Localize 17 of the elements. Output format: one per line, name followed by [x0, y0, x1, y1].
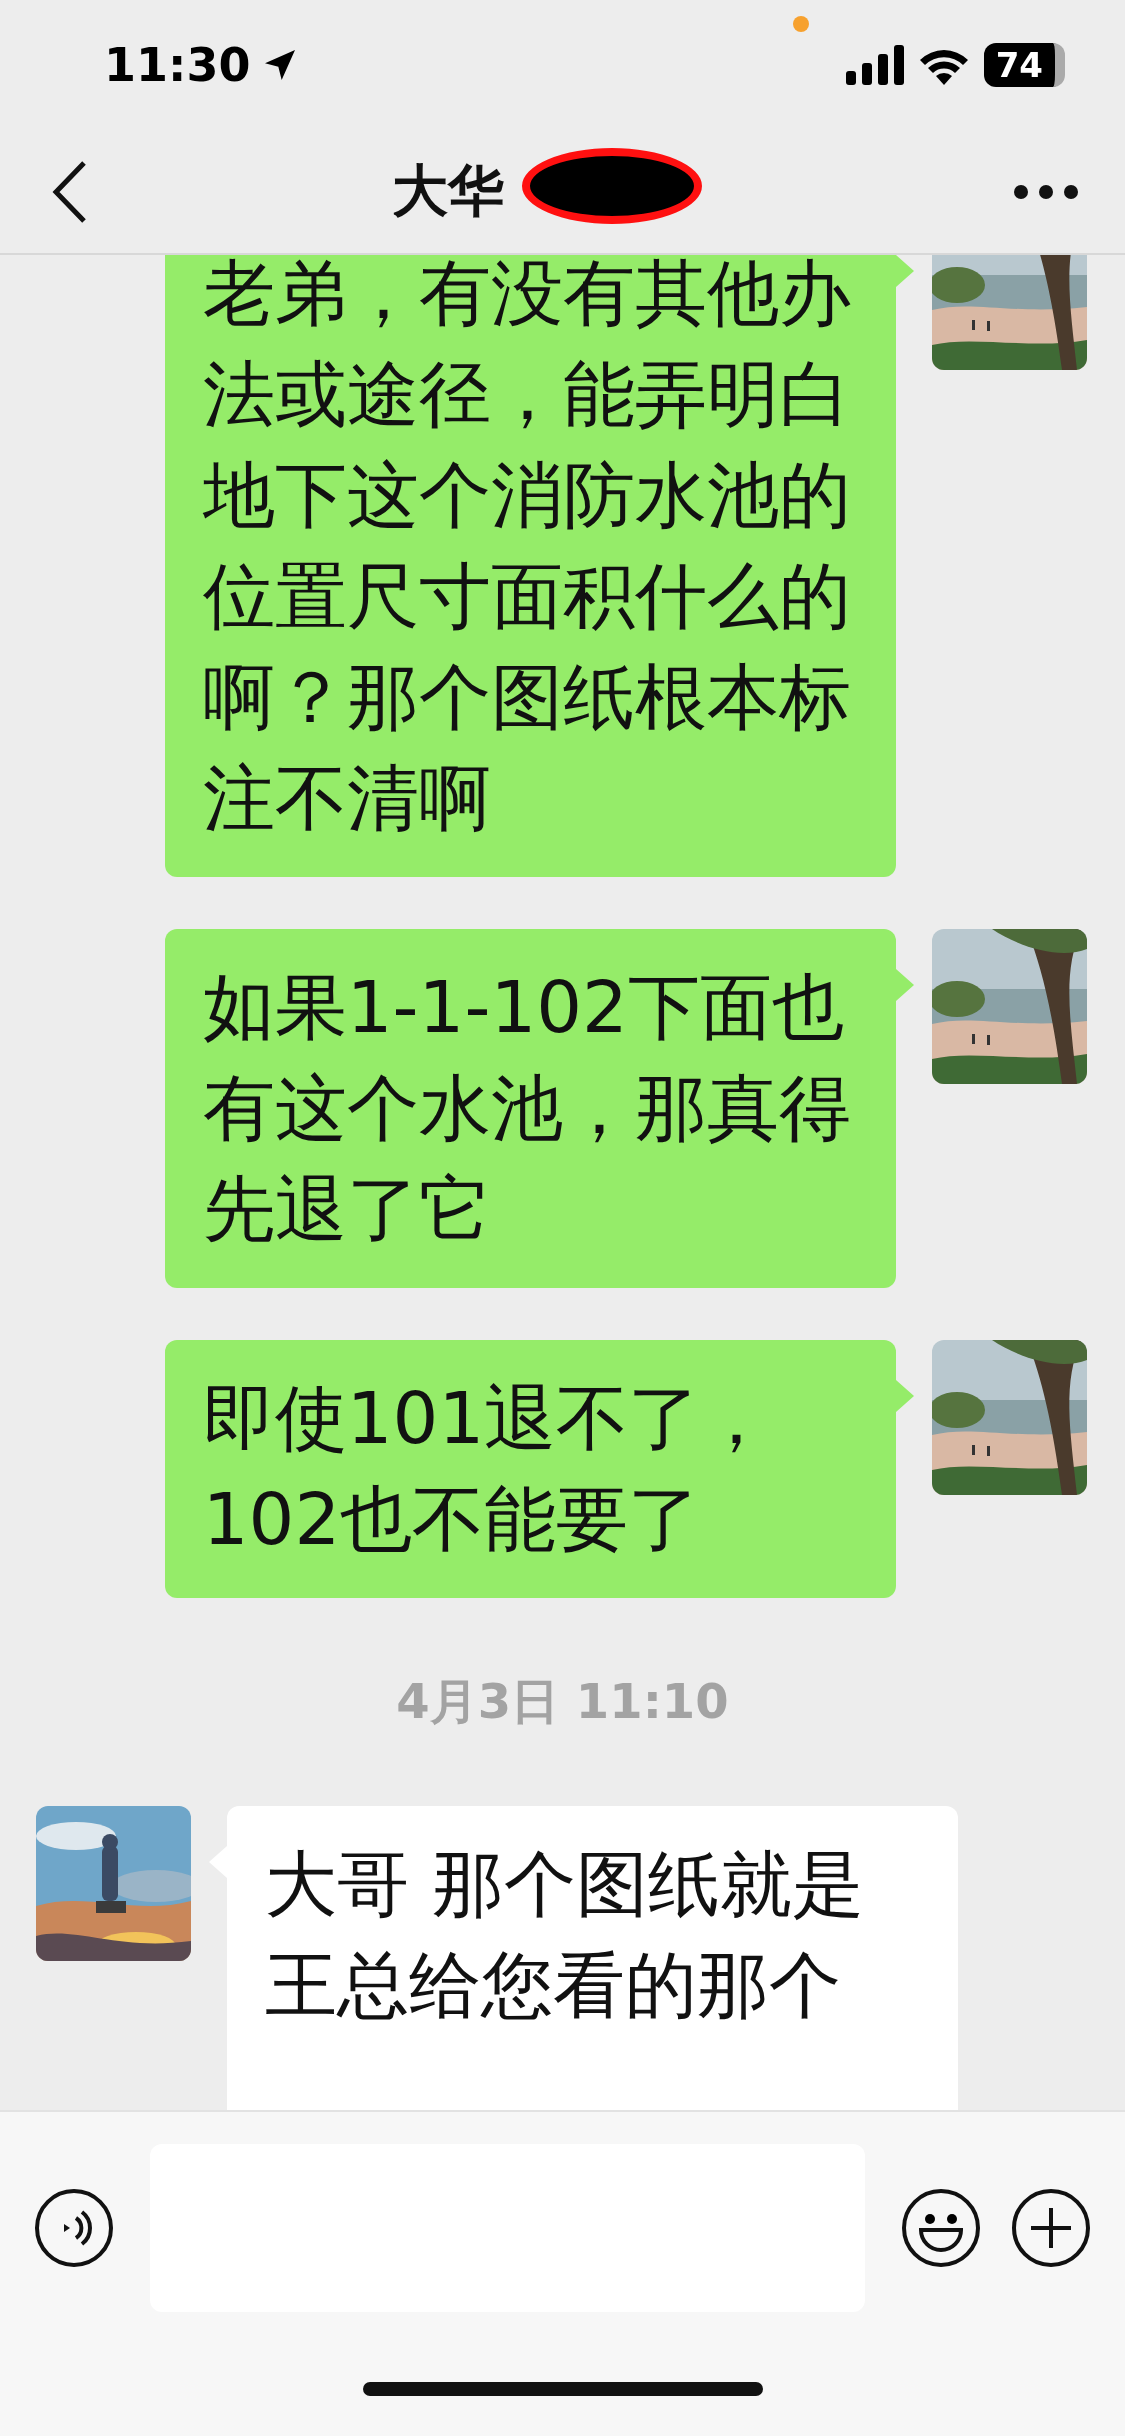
signal-icon [845, 45, 904, 85]
message-bubble: 即使101退不了，102也不能要了 [164, 1340, 896, 1598]
bubble-tail [896, 969, 914, 1001]
emoji-icon[interactable] [901, 2188, 981, 2268]
voice-icon[interactable] [34, 2188, 114, 2268]
plus-icon[interactable] [1011, 2188, 1091, 2268]
message-bubble: 老弟，有没有其他办法或途径，能弄明白地下这个消防水池的位置尺寸面积什么的啊？那个图纸根本标注不清啊 [164, 255, 896, 877]
more-icon[interactable] [1013, 183, 1079, 200]
battery-indicator: 74 [983, 43, 1065, 87]
timestamp: 4月3日 11:10 [396, 1672, 729, 1731]
message-bubble: 大哥 那个图纸就是王总给您看的那个 [227, 1806, 959, 2110]
status-time: 11:30 [104, 38, 251, 92]
privacy-dot [793, 16, 809, 32]
bubble-tail [896, 1380, 914, 1412]
chat-title: 大华 [391, 156, 504, 225]
bubble-tail [896, 255, 914, 287]
message-bubble: 如果1-1-102下面也有这个水池，那真得先退了它 [164, 929, 896, 1288]
